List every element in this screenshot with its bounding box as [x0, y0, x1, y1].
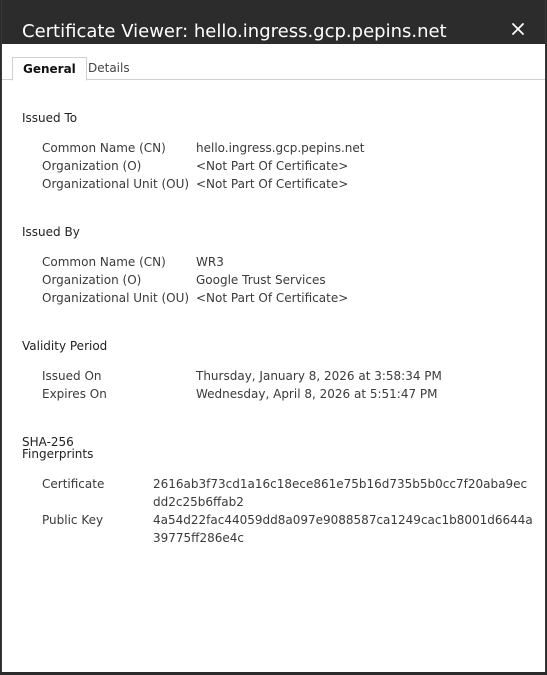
issued-to-cn-value: hello.ingress.gcp.pepins.net	[196, 141, 365, 155]
issued-on-label: Issued On	[42, 369, 102, 383]
issued-to-heading: Issued To	[22, 111, 78, 125]
issued-by-heading: Issued By	[22, 225, 80, 239]
window-title: Certificate Viewer: hello.ingress.gcp.pe…	[22, 21, 447, 42]
certificate-fingerprint-label: Certificate	[42, 477, 105, 491]
certificate-viewer-dialog: Certificate Viewer: hello.ingress.gcp.pe…	[1, 0, 546, 672]
fingerprints-heading-line2: Fingerprints	[22, 447, 94, 461]
tab-details[interactable]: Details	[80, 57, 138, 81]
issued-to-o-value: <Not Part Of Certificate>	[196, 159, 349, 173]
close-button[interactable]	[509, 20, 527, 38]
issued-to-o-label: Organization (O)	[42, 159, 142, 173]
tab-bar: General Details	[2, 44, 545, 81]
issued-by-cn-value: WR3	[196, 255, 224, 269]
title-bar: Certificate Viewer: hello.ingress.gcp.pe…	[2, 0, 545, 44]
issued-on-value: Thursday, January 8, 2026 at 3:58:34 PM	[196, 369, 442, 383]
public-key-fingerprint-value: 4a54d22fac44059dd8a097e9088587ca1249cac1…	[153, 513, 533, 545]
issued-to-ou-label: Organizational Unit (OU)	[42, 177, 190, 191]
validity-heading: Validity Period	[22, 339, 108, 353]
expires-on-value: Wednesday, April 8, 2026 at 5:51:47 PM	[196, 387, 438, 401]
issued-by-o-value: Google Trust Services	[196, 273, 326, 287]
issued-by-ou-value: <Not Part Of Certificate>	[196, 291, 349, 305]
tab-general[interactable]: General	[12, 57, 87, 81]
issued-by-o-label: Organization (O)	[42, 273, 142, 287]
issued-by-cn-label: Common Name (CN)	[42, 255, 166, 269]
public-key-fingerprint-label: Public Key	[42, 513, 104, 527]
issued-to-ou-value: <Not Part Of Certificate>	[196, 177, 349, 191]
issued-by-ou-label: Organizational Unit (OU)	[42, 291, 190, 305]
close-icon	[512, 23, 524, 35]
expires-on-label: Expires On	[42, 387, 107, 401]
certificate-fingerprint-value: 2616ab3f73cd1a16c18ece861e75b16d735b5b0c…	[153, 477, 528, 509]
issued-to-cn-label: Common Name (CN)	[42, 141, 166, 155]
